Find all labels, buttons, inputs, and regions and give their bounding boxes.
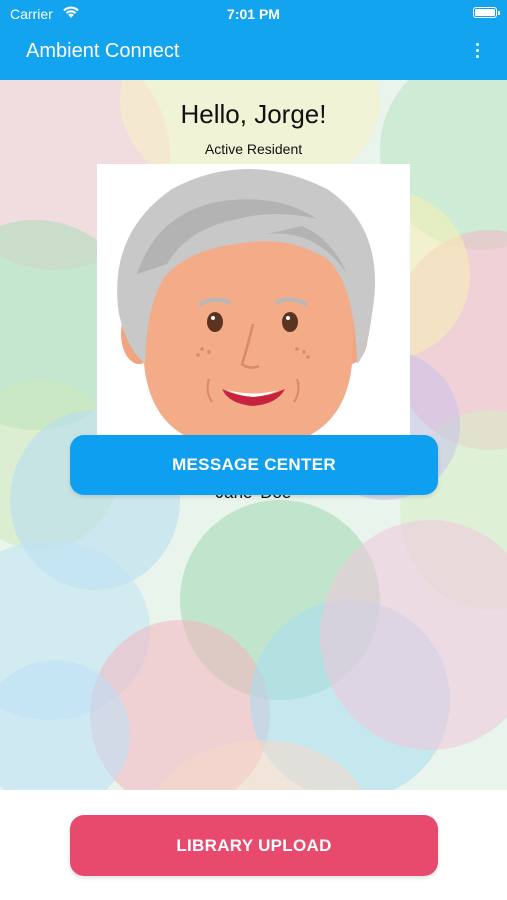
app-header: Carrier 7:01 PM Ambient Connect xyxy=(0,0,507,80)
message-center-button[interactable]: MESSAGE CENTER xyxy=(70,435,438,495)
more-vertical-icon[interactable] xyxy=(473,43,481,63)
resident-avatar xyxy=(97,164,410,475)
app-title: Ambient Connect xyxy=(26,40,180,62)
resident-status: Active Resident xyxy=(204,141,303,157)
status-bar: Carrier 7:01 PM xyxy=(0,0,507,28)
avatar-illustration xyxy=(117,169,375,475)
greeting-heading: Hello, Jorge! xyxy=(180,99,327,129)
battery-icon xyxy=(473,7,500,18)
status-time: 7:01 PM xyxy=(227,6,280,22)
library-upload-button[interactable]: LIBRARY UPLOAD xyxy=(70,815,438,876)
